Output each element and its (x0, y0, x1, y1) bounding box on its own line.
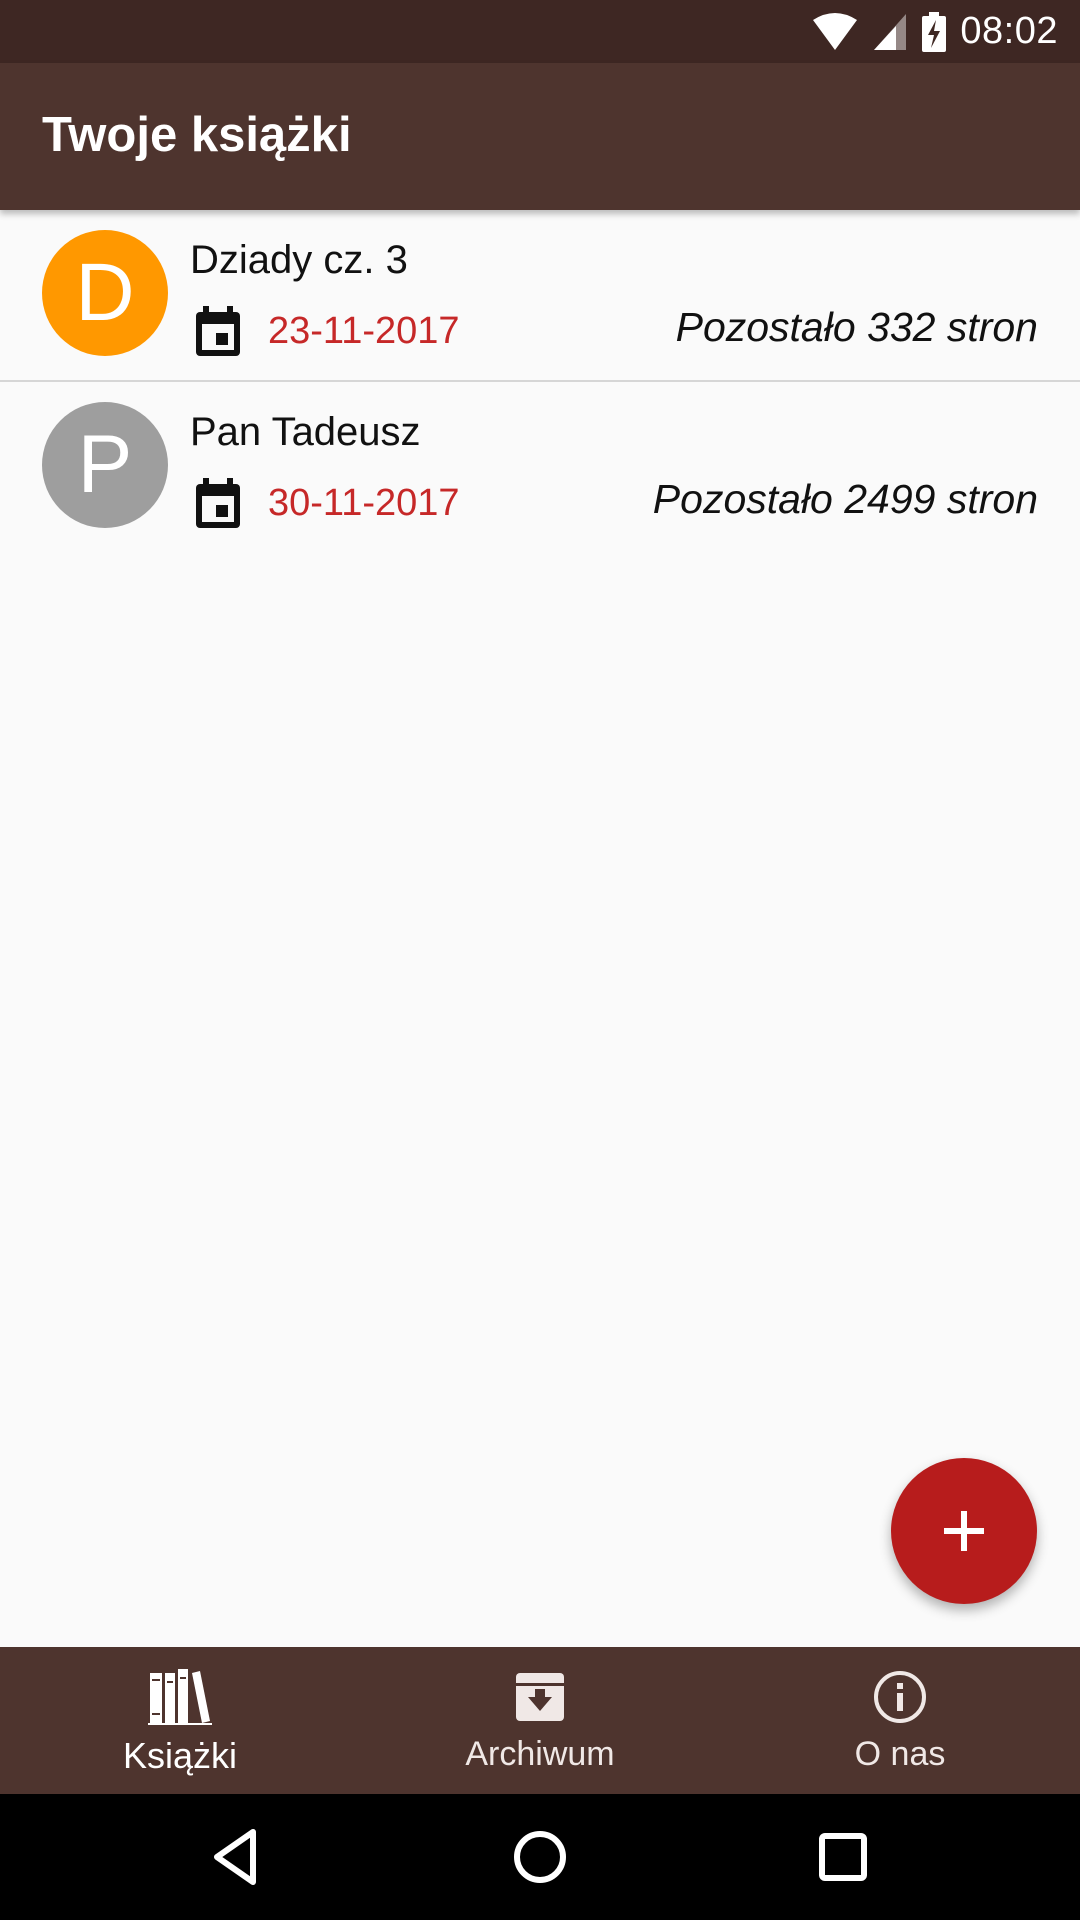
home-icon[interactable] (505, 1822, 575, 1892)
pages-remaining: Pozostało 332 stron (675, 304, 1038, 350)
battery-charging-icon (922, 11, 947, 52)
calendar-icon (196, 478, 240, 528)
book-avatar: D (42, 230, 168, 356)
book-date: 23-11-2017 (268, 310, 460, 352)
book-list-item[interactable]: P Pan Tadeusz 30-11-2017 Pozostało 2499 … (0, 380, 1080, 550)
book-avatar: P (42, 402, 168, 528)
app-bar: Twoje książki (0, 63, 1080, 210)
book-title: Dziady cz. 3 (190, 238, 408, 282)
add-book-button[interactable] (891, 1458, 1037, 1604)
nav-label-books: Książki (122, 1735, 238, 1776)
cell-signal-icon (874, 13, 907, 50)
archive-icon (516, 1673, 564, 1721)
nav-item-about[interactable]: O nas (720, 1647, 1080, 1794)
info-icon (874, 1671, 926, 1723)
nav-item-books[interactable]: Książki (0, 1647, 360, 1794)
recents-icon[interactable] (808, 1822, 878, 1892)
nav-label-about: O nas (854, 1735, 946, 1773)
page-title: Twoje książki (42, 108, 352, 162)
calendar-icon (196, 306, 240, 356)
status-time: 08:02 (960, 10, 1058, 52)
plus-icon (944, 1511, 984, 1551)
bottom-navigation: Książki Archiwum O nas (0, 1647, 1080, 1794)
back-icon[interactable] (201, 1822, 271, 1892)
book-list: D Dziady cz. 3 23-11-2017 Pozostało 332 … (0, 210, 1080, 550)
nav-item-archive[interactable]: Archiwum (360, 1647, 720, 1794)
book-date: 30-11-2017 (268, 482, 460, 524)
book-list-item[interactable]: D Dziady cz. 3 23-11-2017 Pozostało 332 … (0, 210, 1080, 380)
system-navigation-bar (0, 1794, 1080, 1920)
nav-label-archive: Archiwum (465, 1735, 615, 1773)
books-icon (148, 1669, 212, 1725)
status-icons: 08:02 (812, 0, 1058, 63)
pages-remaining: Pozostało 2499 stron (652, 476, 1038, 522)
status-bar: 08:02 (0, 0, 1080, 63)
book-title: Pan Tadeusz (190, 410, 421, 454)
wifi-icon (813, 12, 858, 50)
